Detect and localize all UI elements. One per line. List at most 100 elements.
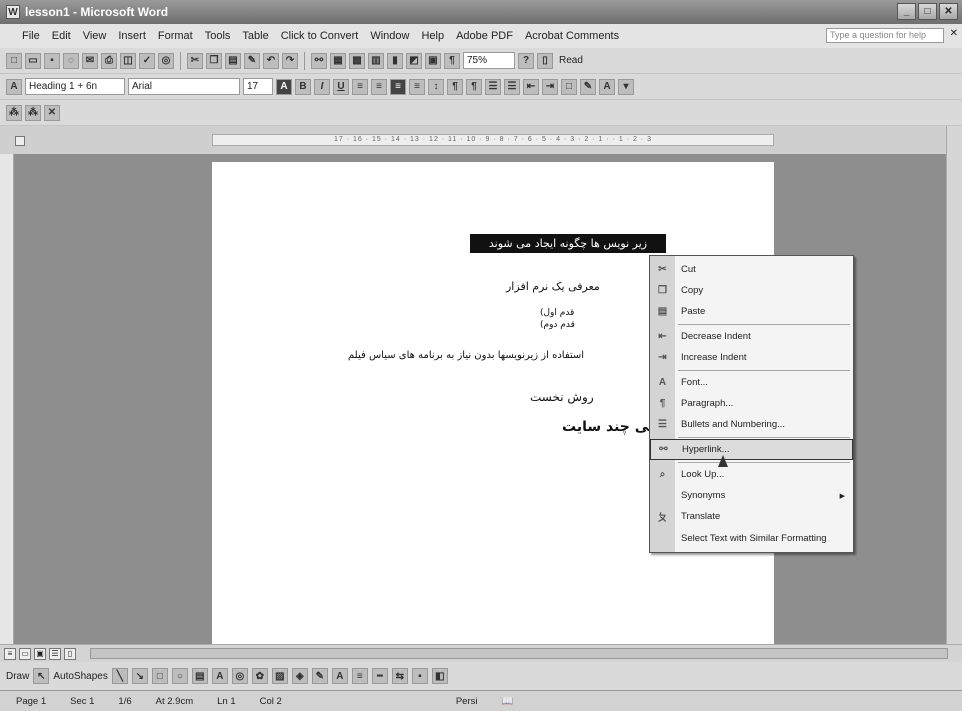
document-line[interactable]: روش نخست [530,390,594,404]
align-center-icon[interactable]: ≡ [371,78,387,95]
draw-menu-button[interactable]: Draw [6,671,29,682]
numbering-icon[interactable]: ☰ [485,78,501,95]
font-size-select[interactable]: 17 [243,78,273,95]
toolbar-icon-c[interactable]: ✕ [44,104,60,121]
context-menu-decrease-indent[interactable]: ⇤ Decrease Indent [650,326,853,347]
permission-icon[interactable]: ◌ [63,52,79,69]
toolbar-options-icon[interactable]: ▾ [618,78,634,95]
bold-icon[interactable]: B [295,78,311,95]
vertical-ruler[interactable] [0,154,14,644]
hyperlink-toolbar-icon[interactable]: ⚯ [311,52,327,69]
new-document-icon[interactable]: □ [6,52,22,69]
document-line[interactable]: قدم اول) [540,308,574,318]
columns-icon[interactable]: ▮ [387,52,403,69]
font-color-box-icon[interactable]: A [276,78,292,95]
arrow-style-icon[interactable]: ⇆ [391,668,408,684]
format-painter-icon[interactable]: ✎ [244,52,260,69]
show-hide-icon[interactable]: ¶ [444,52,460,69]
toolbar-icon-b[interactable]: ⁂ [25,104,41,121]
menu-format[interactable]: Format [158,30,193,42]
document-line[interactable]: استفاده از زیرنویسها بدون نیاز به برنامه… [348,350,584,361]
autoshapes-menu-button[interactable]: AutoShapes [53,671,108,682]
redo-icon[interactable]: ↷ [282,52,298,69]
open-icon[interactable]: ▭ [25,52,41,69]
close-document-icon[interactable]: ✕ [950,28,958,39]
tables-borders-icon[interactable]: ▦ [330,52,346,69]
3d-icon[interactable]: ◧ [431,668,448,684]
menu-table[interactable]: Table [242,30,268,42]
email-icon[interactable]: ✉ [82,52,98,69]
context-menu-paste[interactable]: ▤ Paste [650,301,853,322]
context-menu-select-similar[interactable]: Select Text with Similar Formatting [650,528,853,549]
paste-icon[interactable]: ▤ [225,52,241,69]
undo-icon[interactable]: ↶ [263,52,279,69]
menu-insert[interactable]: Insert [118,30,146,42]
context-menu-bullets[interactable]: ☰ Bullets and Numbering... [650,414,853,435]
minimize-button[interactable]: _ [897,3,916,20]
font-color-icon[interactable]: A [599,78,615,95]
read-button[interactable]: Read [556,55,586,66]
help-search-input[interactable]: Type a question for help [826,28,944,43]
shadow-icon[interactable]: ▪ [411,668,428,684]
fill-color-icon[interactable]: ◈ [291,668,308,684]
copy-icon[interactable]: ❐ [206,52,222,69]
outline-view-icon[interactable]: ☰ [49,647,61,660]
line-color-icon[interactable]: ✎ [311,668,328,684]
web-view-icon[interactable]: ▭ [19,647,31,660]
print-preview-icon[interactable]: ◫ [120,52,136,69]
select-objects-icon[interactable]: ↖ [33,668,50,684]
menu-edit[interactable]: Edit [52,30,71,42]
text-box-icon[interactable]: ▤ [191,668,208,684]
diagram-icon[interactable]: ◎ [231,668,248,684]
context-menu-increase-indent[interactable]: ⇥ Increase Indent [650,347,853,368]
menu-adobe-pdf[interactable]: Adobe PDF [456,30,513,42]
clip-art-icon[interactable]: ✿ [251,668,268,684]
menu-file[interactable]: File [22,30,40,42]
increase-indent-toolbar-icon[interactable]: ⇥ [542,78,558,95]
spelling-status-icon[interactable]: 📖 [501,696,513,707]
context-menu-hyperlink[interactable]: ⚯ Hyperlink... [650,439,853,460]
line-icon[interactable]: ╲ [111,668,128,684]
oval-icon[interactable]: ○ [171,668,188,684]
menu-acrobat-comments[interactable]: Acrobat Comments [525,30,619,42]
cut-icon[interactable]: ✂ [187,52,203,69]
close-button[interactable]: ✕ [939,3,958,20]
underline-icon[interactable]: U [333,78,349,95]
read-icon[interactable]: ▯ [537,52,553,69]
context-menu-paragraph[interactable]: ¶ Paragraph... [650,393,853,414]
align-left-icon[interactable]: ≡ [352,78,368,95]
italic-icon[interactable]: I [314,78,330,95]
menu-tools[interactable]: Tools [205,30,231,42]
arrow-icon[interactable]: ↘ [131,668,148,684]
document-line[interactable]: معرفی یک نرم افزار [506,280,600,293]
print-layout-icon[interactable]: ▣ [34,647,46,660]
rtl-icon[interactable]: ¶ [447,78,463,95]
tab-selector-icon[interactable] [15,136,25,146]
styles-icon[interactable]: A [6,78,22,95]
drawing-icon[interactable]: ◩ [406,52,422,69]
rectangle-icon[interactable]: □ [151,668,168,684]
dash-style-icon[interactable]: ┅ [371,668,388,684]
picture-icon[interactable]: ▨ [271,668,288,684]
highlight-icon[interactable]: ✎ [580,78,596,95]
context-menu-look-up[interactable]: ⌕ Look Up... [650,464,853,485]
menu-click-to-convert[interactable]: Click to Convert [281,30,359,42]
bullets-icon[interactable]: ☰ [504,78,520,95]
menu-view[interactable]: View [83,30,107,42]
menu-help[interactable]: Help [421,30,444,42]
horizontal-scrollbar[interactable] [90,648,948,659]
horizontal-ruler[interactable]: 17 · 16 · 15 · 14 · 13 · 12 · 11 · 10 · … [212,134,774,146]
spelling-icon[interactable]: ✓ [139,52,155,69]
line-spacing-icon[interactable]: ↕ [428,78,444,95]
document-line[interactable]: قدم دوم) [540,320,575,330]
reading-view-icon[interactable]: ▯ [64,647,76,660]
research-icon[interactable]: ◎ [158,52,174,69]
style-select[interactable]: Heading 1 + 6n [25,78,125,95]
context-menu-cut[interactable]: ✂ Cut [650,259,853,280]
context-menu-font[interactable]: A Font... [650,372,853,393]
save-icon[interactable]: ▪ [44,52,60,69]
align-right-icon[interactable]: ≡ [390,78,406,95]
draw-font-color-icon[interactable]: A [331,668,348,684]
insert-table-icon[interactable]: ▩ [349,52,365,69]
context-menu-translate[interactable]: ㄆ Translate [650,506,853,527]
